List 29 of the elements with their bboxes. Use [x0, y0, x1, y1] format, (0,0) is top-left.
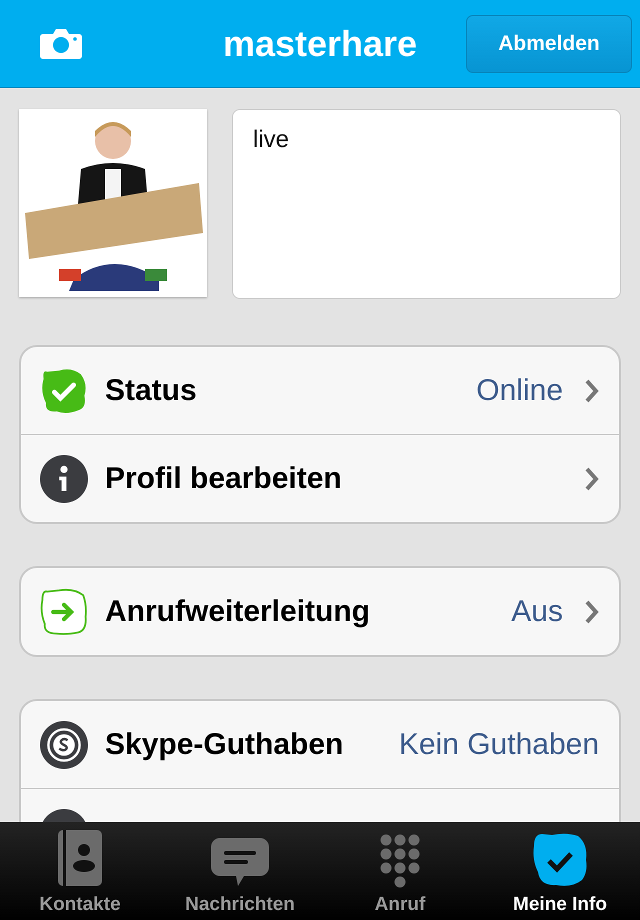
chat-icon [210, 836, 270, 888]
tab[interactable]: Nachrichten [160, 822, 320, 920]
chevron-icon [585, 600, 599, 624]
row-label: Anrufweiterleitung [105, 594, 370, 628]
dialpad-icon [379, 834, 421, 888]
info-icon [40, 454, 88, 502]
row-value: Online [476, 374, 563, 408]
chevron-icon [585, 466, 599, 490]
row-label: Status [105, 374, 197, 408]
tab[interactable]: Anruf [320, 822, 480, 920]
contact-book-icon [56, 828, 104, 888]
mood-field[interactable]: live [232, 109, 621, 299]
settings-row[interactable]: Anrufweiterleitung Aus [21, 568, 619, 655]
chevron-icon [585, 378, 599, 402]
check-icon [40, 366, 88, 414]
row-label: Profil bearbeiten [105, 462, 342, 496]
settings-row[interactable]: Skype-Guthaben Kein Guthaben [21, 701, 619, 788]
settings-row[interactable]: Profil bearbeiten [21, 434, 619, 522]
tab[interactable]: Meine Info [480, 822, 640, 920]
row-value: Kein Guthaben [398, 728, 599, 762]
coin-icon [40, 720, 88, 768]
settings-row[interactable]: Status Online [21, 347, 619, 434]
check-icon [532, 832, 588, 888]
row-value: Aus [511, 594, 563, 628]
tab[interactable]: Kontakte [0, 822, 160, 920]
arrow-icon [40, 588, 88, 636]
camera-icon[interactable] [39, 28, 83, 60]
window-title: masterhare [222, 22, 418, 64]
row-label: Skype-Guthaben [105, 728, 344, 762]
